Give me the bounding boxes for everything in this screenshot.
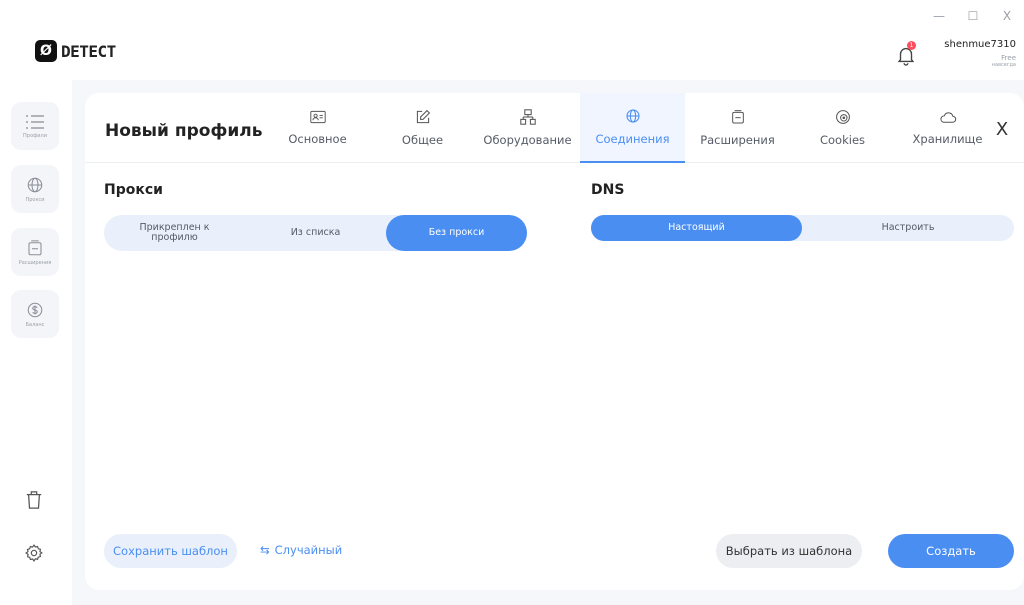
tab-label: Оборудование (483, 133, 572, 147)
create-button[interactable]: Создать (888, 534, 1014, 568)
sidebar-item-extensions[interactable]: Расширения (11, 228, 59, 276)
app-logo: Ø DETECT (35, 40, 116, 62)
proxy-option-none[interactable]: Без прокси (386, 215, 527, 251)
minimize-button[interactable]: — (922, 6, 956, 26)
sidebar-item-label: Профили (23, 132, 47, 139)
id-card-icon (309, 110, 326, 124)
random-button[interactable]: ⇆ Случайный (260, 543, 342, 557)
notification-badge: 1 (907, 41, 916, 50)
sidebar-item-profiles[interactable]: Профили (11, 102, 59, 150)
proxy-option-from-list[interactable]: Из списка (245, 215, 386, 251)
tab-extensions[interactable]: Расширения (685, 93, 790, 163)
settings-button[interactable] (23, 542, 45, 564)
edit-icon (416, 109, 430, 124)
extension-icon (731, 110, 744, 124)
plan-label: Free (1001, 54, 1016, 62)
logo-mark: Ø (35, 40, 57, 62)
tab-label: Cookies (819, 133, 866, 147)
tab-label: Общее (401, 133, 444, 147)
sidebar-item-proxies[interactable]: Прокси (11, 165, 59, 213)
proxy-section-title: Прокси (104, 182, 163, 198)
window-controls: — ☐ X (922, 6, 1024, 26)
trash-button[interactable] (23, 489, 45, 511)
tab-label: Хранилище (912, 132, 983, 146)
sidebar-item-label: Прокси (25, 196, 45, 203)
panel-header: Новый профиль Основное Общее Оборудовани… (85, 93, 1024, 163)
window-close-button[interactable]: X (990, 6, 1024, 26)
proxy-option-attached[interactable]: Прикреплен к профилю (104, 215, 245, 251)
sidebar-item-label: Расширения (18, 259, 52, 266)
list-icon (26, 114, 44, 129)
trash-icon (26, 491, 42, 509)
save-template-button[interactable]: Сохранить шаблон (104, 534, 237, 568)
globe-icon (625, 109, 640, 123)
new-profile-panel: Новый профиль Основное Общее Оборудовани… (85, 93, 1024, 590)
cloud-icon (939, 112, 956, 123)
dns-option-real[interactable]: Настоящий (591, 215, 802, 241)
tab-bar: Основное Общее Оборудование Соединения Р… (265, 93, 1000, 163)
dns-mode-selector: Настоящий Настроить (591, 215, 1014, 241)
random-label: Случайный (274, 543, 343, 557)
username: shenmue7310 (944, 39, 1016, 50)
plan-note: навсегда (991, 62, 1016, 68)
sidebar-item-balance[interactable]: Баланс (11, 290, 59, 338)
dns-section-title: DNS (591, 182, 625, 198)
choose-template-button[interactable]: Выбрать из шаблона (716, 534, 862, 568)
globe-icon (27, 177, 43, 192)
tab-hardware[interactable]: Оборудование (475, 93, 580, 163)
tab-cookies[interactable]: Cookies (790, 93, 895, 163)
left-sidebar: Профили Прокси Расширения Баланс (0, 80, 72, 605)
dollar-icon (27, 302, 43, 317)
maximize-button[interactable]: ☐ (956, 6, 990, 26)
proxy-mode-selector: Прикреплен к профилю Из списка Без прокс… (104, 215, 527, 251)
cookie-icon (835, 110, 850, 124)
extension-icon (28, 239, 42, 255)
page-title: Новый профиль (105, 121, 263, 141)
tab-storage[interactable]: Хранилище (895, 93, 1000, 163)
shuffle-icon: ⇆ (260, 543, 270, 557)
user-info[interactable]: shenmue7310 Free навсегда (944, 39, 1016, 68)
close-panel-button[interactable]: X (992, 119, 1012, 140)
tab-label: Расширения (700, 133, 775, 147)
logo-text: DETECT (61, 41, 116, 61)
gear-icon (25, 544, 43, 562)
dns-option-custom[interactable]: Настроить (802, 215, 1014, 241)
tab-label: Основное (288, 132, 347, 146)
sidebar-item-label: Баланс (25, 321, 45, 328)
tab-label: Соединения (595, 132, 670, 146)
tab-basic[interactable]: Основное (265, 93, 370, 163)
notifications-button[interactable]: 1 (895, 41, 917, 66)
tab-connections[interactable]: Соединения (580, 93, 685, 163)
tab-general[interactable]: Общее (370, 93, 475, 163)
hardware-icon (519, 109, 536, 125)
